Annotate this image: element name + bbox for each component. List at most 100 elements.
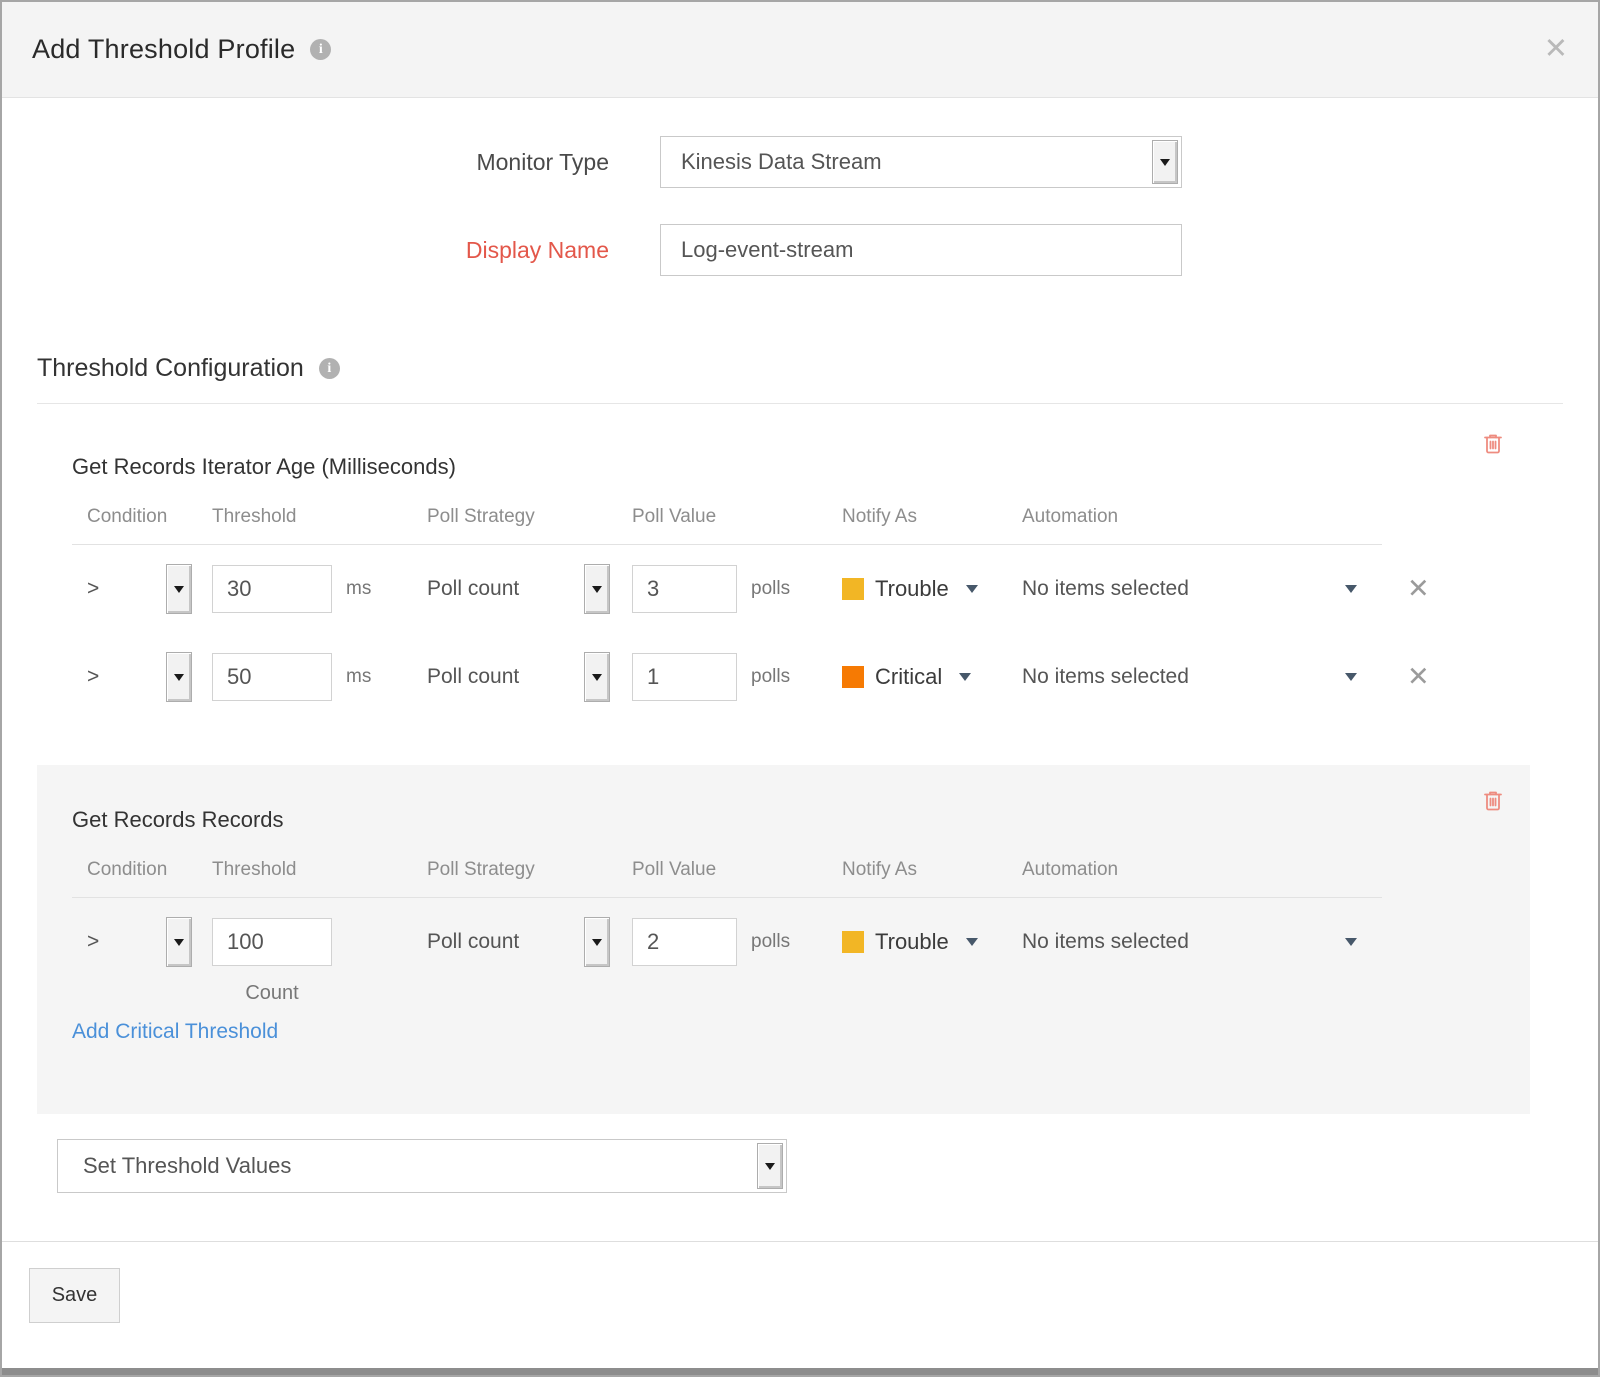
condition-dropdown-button[interactable] xyxy=(166,652,192,702)
chevron-down-icon xyxy=(1345,938,1357,946)
poll-value-unit: polls xyxy=(751,578,790,600)
caret-down-icon xyxy=(174,939,184,946)
info-icon[interactable]: i xyxy=(310,39,331,60)
chevron-down-icon xyxy=(966,938,978,946)
monitor-type-row: Monitor Type Kinesis Data Stream xyxy=(2,136,1598,188)
poll-strategy-value: Poll count xyxy=(427,665,519,689)
footer-divider xyxy=(2,1241,1598,1242)
threshold-caption: Count xyxy=(212,982,332,1005)
threshold-configuration-title: Threshold Configuration xyxy=(37,354,304,383)
close-icon[interactable]: ✕ xyxy=(1544,35,1568,64)
caret-down-icon xyxy=(1160,159,1170,166)
notify-as-value: Trouble xyxy=(875,576,949,602)
monitor-type-value: Kinesis Data Stream xyxy=(681,149,882,175)
metric-section-records: Get Records Records Condition Threshold … xyxy=(37,765,1530,1114)
threshold-row: > ms Poll count polls Trouble No ite xyxy=(72,545,1382,633)
profile-form: Monitor Type Kinesis Data Stream Display… xyxy=(2,136,1598,276)
display-name-label: Display Name xyxy=(2,237,609,264)
save-button[interactable]: Save xyxy=(29,1268,120,1323)
threshold-unit: ms xyxy=(346,578,371,600)
threshold-row: > Count Poll count polls Trouble No xyxy=(72,898,1382,986)
severity-swatch xyxy=(842,578,864,600)
threshold-input[interactable] xyxy=(212,565,332,613)
add-threshold-profile-dialog: Add Threshold Profile i ✕ Monitor Type K… xyxy=(0,0,1600,1377)
add-critical-threshold-link[interactable]: Add Critical Threshold xyxy=(72,1020,278,1044)
chevron-down-icon xyxy=(959,673,971,681)
col-automation: Automation xyxy=(1022,859,1382,881)
poll-value-input[interactable] xyxy=(632,565,737,613)
col-condition: Condition xyxy=(72,859,212,881)
remove-row-button[interactable]: ✕ xyxy=(1407,662,1430,693)
table-header: Condition Threshold Poll Strategy Poll V… xyxy=(72,859,1382,898)
set-threshold-values-dropdown-button[interactable] xyxy=(757,1143,783,1189)
table-header: Condition Threshold Poll Strategy Poll V… xyxy=(72,506,1382,545)
col-notify-as: Notify As xyxy=(842,506,1022,528)
col-condition: Condition xyxy=(72,506,212,528)
col-threshold: Threshold xyxy=(212,506,427,528)
dialog-title: Add Threshold Profile xyxy=(32,34,295,65)
poll-strategy-dropdown-button[interactable] xyxy=(584,564,610,614)
poll-value-input[interactable] xyxy=(632,918,737,966)
caret-down-icon xyxy=(174,586,184,593)
notify-as-value: Trouble xyxy=(875,929,949,955)
chevron-down-icon xyxy=(1345,673,1357,681)
poll-strategy-value: Poll count xyxy=(427,930,519,954)
delete-metric-button[interactable] xyxy=(1483,789,1503,816)
poll-value-unit: polls xyxy=(751,931,790,953)
display-name-input[interactable] xyxy=(681,225,1181,275)
col-notify-as: Notify As xyxy=(842,859,1022,881)
delete-metric-button[interactable] xyxy=(1483,432,1503,459)
set-threshold-values-select[interactable]: Set Threshold Values xyxy=(57,1139,787,1193)
poll-strategy-dropdown-button[interactable] xyxy=(584,652,610,702)
col-automation: Automation xyxy=(1022,506,1382,528)
condition-dropdown-button[interactable] xyxy=(166,564,192,614)
notify-as-dropdown[interactable]: Critical xyxy=(842,664,1022,690)
monitor-type-dropdown-button[interactable] xyxy=(1152,140,1178,184)
set-threshold-values-value: Set Threshold Values xyxy=(83,1153,291,1179)
threshold-input[interactable] xyxy=(212,653,332,701)
notify-as-dropdown[interactable]: Trouble xyxy=(842,929,1022,955)
threshold-row: > ms Poll count polls Critical No it xyxy=(72,633,1382,721)
poll-strategy-dropdown-button[interactable] xyxy=(584,917,610,967)
threshold-input[interactable] xyxy=(212,918,332,966)
col-poll-value: Poll Value xyxy=(632,859,842,881)
col-poll-strategy: Poll Strategy xyxy=(427,859,632,881)
condition-value: > xyxy=(87,665,99,689)
automation-dropdown[interactable]: No items selected xyxy=(1022,930,1382,954)
dialog-header: Add Threshold Profile i ✕ xyxy=(2,2,1598,98)
severity-swatch xyxy=(842,931,864,953)
metric-title: Get Records Iterator Age (Milliseconds) xyxy=(72,454,1598,480)
threshold-configuration-header: Threshold Configuration i xyxy=(37,354,1598,383)
condition-value: > xyxy=(87,577,99,601)
metric-title: Get Records Records xyxy=(72,807,1530,833)
caret-down-icon xyxy=(765,1163,775,1170)
caret-down-icon xyxy=(174,674,184,681)
condition-dropdown-button[interactable] xyxy=(166,917,192,967)
poll-value-input[interactable] xyxy=(632,653,737,701)
monitor-type-label: Monitor Type xyxy=(2,149,609,176)
trash-icon xyxy=(1483,432,1503,454)
automation-value: No items selected xyxy=(1022,665,1189,689)
severity-swatch xyxy=(842,666,864,688)
notify-as-dropdown[interactable]: Trouble xyxy=(842,576,1022,602)
col-threshold: Threshold xyxy=(212,859,427,881)
automation-dropdown[interactable]: No items selected xyxy=(1022,665,1382,689)
caret-down-icon xyxy=(592,674,602,681)
automation-value: No items selected xyxy=(1022,577,1189,601)
display-name-row: Display Name xyxy=(2,224,1598,276)
col-poll-strategy: Poll Strategy xyxy=(427,506,632,528)
col-poll-value: Poll Value xyxy=(632,506,842,528)
metric-section-iterator-age: Get Records Iterator Age (Milliseconds) … xyxy=(2,404,1598,727)
bottom-edge-bar xyxy=(2,1368,1598,1375)
poll-strategy-value: Poll count xyxy=(427,577,519,601)
remove-row-button[interactable]: ✕ xyxy=(1407,574,1430,605)
display-name-fieldbox xyxy=(660,224,1182,276)
monitor-type-select[interactable]: Kinesis Data Stream xyxy=(660,136,1182,188)
caret-down-icon xyxy=(592,939,602,946)
chevron-down-icon xyxy=(1345,585,1357,593)
caret-down-icon xyxy=(592,586,602,593)
automation-value: No items selected xyxy=(1022,930,1189,954)
automation-dropdown[interactable]: No items selected xyxy=(1022,577,1382,601)
condition-value: > xyxy=(87,930,99,954)
info-icon[interactable]: i xyxy=(319,358,340,379)
